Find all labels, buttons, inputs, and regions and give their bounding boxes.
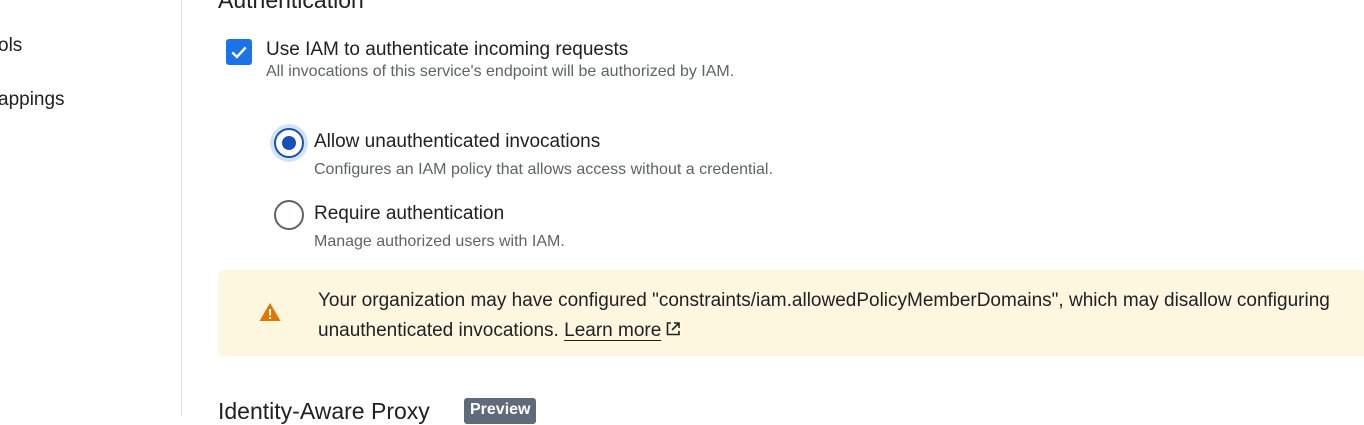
sidebar-item-tools[interactable]: ols — [0, 35, 22, 57]
warning-triangle-icon — [259, 303, 281, 321]
allow-unauthenticated-label[interactable]: Allow unauthenticated invocations — [314, 131, 600, 153]
sidebar: ols appings — [0, 0, 182, 416]
require-auth-radio[interactable] — [274, 200, 304, 230]
iam-auth-description: All invocations of this service's endpoi… — [266, 63, 735, 80]
learn-more-link[interactable]: Learn more — [564, 320, 661, 341]
allow-unauthenticated-description: Configures an IAM policy that allows acc… — [314, 161, 773, 178]
sidebar-item-mappings[interactable]: appings — [0, 89, 65, 111]
allow-unauthenticated-radio[interactable] — [274, 128, 304, 158]
iam-auth-checkbox[interactable] — [226, 39, 252, 65]
authentication-section-title: Authentication — [218, 0, 364, 13]
checkmark-icon — [231, 46, 247, 59]
preview-badge: Preview — [464, 398, 537, 424]
warning-text: Your organization may have configured "c… — [318, 290, 1330, 341]
iap-section-title: Identity-Aware Proxy — [218, 398, 430, 424]
external-link-icon[interactable] — [665, 321, 681, 337]
main-content: Authentication Use IAM to authenticate i… — [182, 0, 1364, 424]
require-auth-description: Manage authorized users with IAM. — [314, 233, 565, 250]
warning-message: Your organization may have configured "c… — [318, 286, 1358, 346]
org-policy-warning-banner: Your organization may have configured "c… — [218, 270, 1364, 356]
require-auth-label[interactable]: Require authentication — [314, 203, 504, 225]
iam-auth-label[interactable]: Use IAM to authenticate incoming request… — [266, 39, 628, 61]
